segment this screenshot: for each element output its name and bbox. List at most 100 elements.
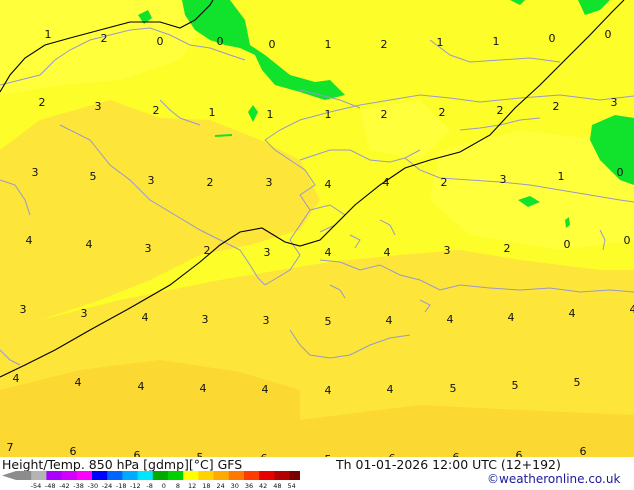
temperature-value: 4 xyxy=(138,380,145,393)
temperature-value: 4 xyxy=(200,382,207,395)
temperature-value: 4 xyxy=(569,307,576,320)
colorbar-label: 30 xyxy=(230,482,239,490)
colorbar-label: 42 xyxy=(259,482,268,490)
colorbar-label: -38 xyxy=(73,482,84,490)
colorbar-segment xyxy=(213,471,230,480)
colorbar-label: 12 xyxy=(188,482,197,490)
colorbar-label: 0 xyxy=(161,482,166,490)
temperature-value: 0 xyxy=(217,35,224,48)
temperature-value: 4 xyxy=(86,238,93,251)
temperature-value: 1 xyxy=(437,36,444,49)
colorbar-label: 48 xyxy=(273,482,282,490)
colorbar-segment xyxy=(122,471,139,480)
colorbar-segment xyxy=(198,471,215,480)
temperature-value: 4 xyxy=(26,234,33,247)
colorbar-label: -42 xyxy=(59,482,70,490)
temperature-value: 6 xyxy=(580,445,587,457)
temperature-value: 2 xyxy=(441,176,448,189)
temperature-value: 3 xyxy=(95,100,102,113)
temperature-value: 4 xyxy=(325,246,332,259)
temperature-value: 6 xyxy=(516,449,523,457)
temperature-value: 4 xyxy=(262,383,269,396)
colorbar-segment xyxy=(31,471,47,480)
temperature-value: 3 xyxy=(145,242,152,255)
temperature-value: 2 xyxy=(381,108,388,121)
temperature-value: 4 xyxy=(325,178,332,191)
colorbar-segment xyxy=(183,471,199,480)
temperature-value: 4 xyxy=(142,311,149,324)
temperature-value: 4 xyxy=(508,311,515,324)
colorbar-label: -48 xyxy=(44,482,56,490)
temperature-value: 3 xyxy=(264,246,271,259)
temperature-value: 5 xyxy=(574,376,581,389)
temperature-value: 0 xyxy=(605,28,612,41)
temperature-value: 3 xyxy=(202,313,209,326)
colorbar-label: -12 xyxy=(130,482,141,490)
temperature-value: 0 xyxy=(617,166,624,179)
temperature-value: 2 xyxy=(497,104,504,117)
colorbar-segment xyxy=(152,471,169,480)
temperature-value: 1 xyxy=(267,108,274,121)
temperature-value: 6 xyxy=(70,445,77,457)
temperature-value: 3 xyxy=(148,174,155,187)
temperature-value: 5 xyxy=(325,315,332,328)
temperature-value: 3 xyxy=(81,307,88,320)
temperature-value: 4 xyxy=(75,376,82,389)
temperature-value: 4 xyxy=(13,372,20,385)
colorbar-segment xyxy=(274,471,291,480)
map-footer: Height/Temp. 850 hPa [gdmp][°C] GFS Th 0… xyxy=(0,457,634,490)
colorbar-segment xyxy=(92,471,108,480)
weather-map: 1 2 0 0 0 1 2 1 1 0 0 2 3 2 1 1 1 2 2 2 2 3 3 5 3 2 3 4 4 2 3 1 0 4 4 3 2 3 4 4… xyxy=(0,0,634,457)
colorbar-label: -30 xyxy=(87,482,99,490)
temperature-value: 1 xyxy=(209,106,216,119)
temperature-value: 2 xyxy=(153,104,160,117)
temperature-value: 3 xyxy=(20,303,27,316)
colorbar xyxy=(2,471,300,480)
temperature-value: 4 xyxy=(386,314,393,327)
colorbar-segment xyxy=(46,471,63,480)
temperature-value: 3 xyxy=(611,96,618,109)
temperature-value: 2 xyxy=(439,106,446,119)
temperature-value: 1 xyxy=(558,170,565,183)
colorbar-segment xyxy=(259,471,275,480)
temperature-value: 3 xyxy=(263,314,270,327)
colorbar-segment xyxy=(228,471,245,480)
temperature-value: 7 xyxy=(7,441,14,454)
temperature-value: 2 xyxy=(553,100,560,113)
temperature-value: 3 xyxy=(32,166,39,179)
colorbar-segment xyxy=(244,471,260,480)
temperature-value: 3 xyxy=(500,173,507,186)
colorbar-label: -54 xyxy=(30,482,42,490)
temperature-value: 0 xyxy=(157,35,164,48)
colorbar-segment xyxy=(289,471,300,480)
temperature-value: 5 xyxy=(90,170,97,183)
colorbar-label: 36 xyxy=(244,482,254,490)
colorbar-segment xyxy=(16,471,32,480)
temperature-value: 4 xyxy=(630,303,634,316)
temperature-value: 2 xyxy=(504,242,511,255)
colorbar-label: 24 xyxy=(216,482,225,490)
temperature-value: 1 xyxy=(325,108,332,121)
site-credit[interactable]: ©weatheronline.co.uk xyxy=(487,472,620,486)
temperature-value: 2 xyxy=(39,96,46,109)
temperature-value: 4 xyxy=(387,383,394,396)
colorbar-label: 18 xyxy=(202,482,211,490)
temperature-value: 1 xyxy=(493,35,500,48)
colorbar-arrow-left xyxy=(2,471,16,480)
temperature-value: 2 xyxy=(101,32,108,45)
temperature-value: 5 xyxy=(450,382,457,395)
temperature-value: 0 xyxy=(624,234,631,247)
temperature-value: 0 xyxy=(564,238,571,251)
temperature-value: 4 xyxy=(325,384,332,397)
temperature-value: 6 xyxy=(134,449,141,457)
temperature-value: 0 xyxy=(269,38,276,51)
temperature-value: 2 xyxy=(381,38,388,51)
temperature-value: 2 xyxy=(207,176,214,189)
colorbar-segment xyxy=(137,471,154,480)
temperature-value: 4 xyxy=(447,313,454,326)
temperature-value: 1 xyxy=(325,38,332,51)
temperature-value: 3 xyxy=(444,244,451,257)
colorbar-label: -18 xyxy=(115,482,127,490)
temperature-value: 3 xyxy=(266,176,273,189)
temperature-value: 5 xyxy=(512,379,519,392)
